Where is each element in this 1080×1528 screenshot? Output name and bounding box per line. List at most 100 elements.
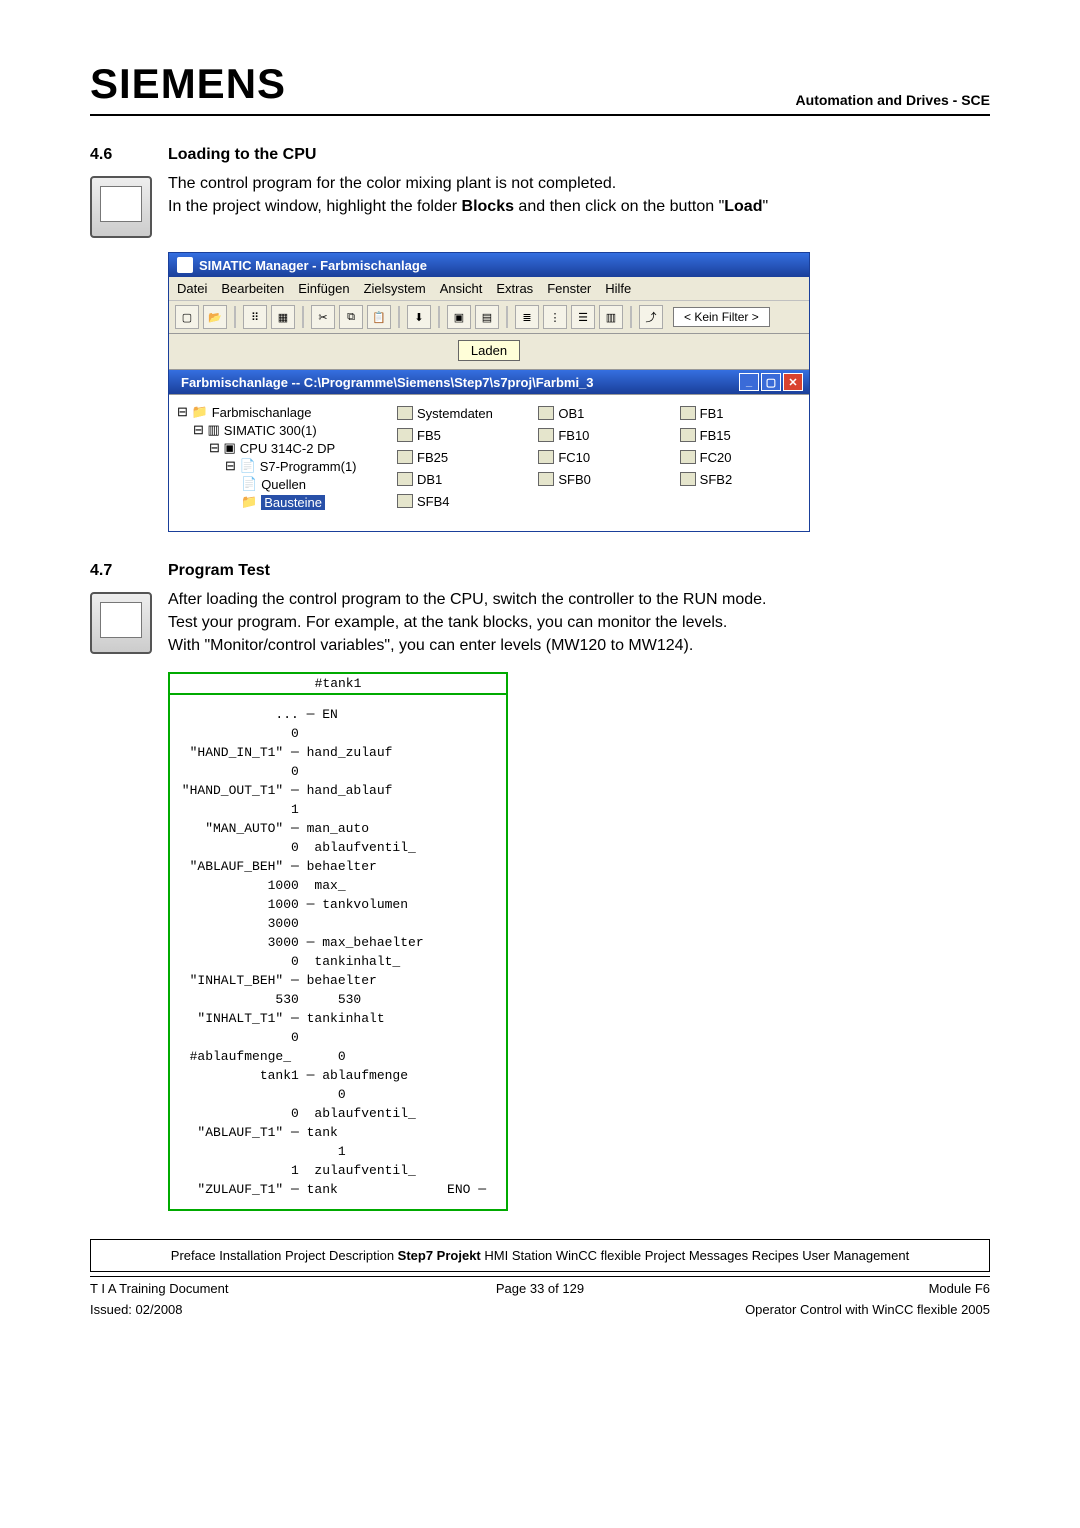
menu-einfuegen[interactable]: Einfügen	[298, 281, 349, 296]
tool-icon[interactable]: ⠿	[243, 305, 267, 329]
minimize-button[interactable]: _	[739, 373, 759, 391]
blocks-list: Systemdaten OB1 FB1 FB5 FB10 FB15 FB25 F…	[397, 403, 801, 523]
fbd-line: 0	[174, 1087, 496, 1102]
fbd-line: "ZULAUF_T1" ─ tank ENO ─	[174, 1182, 496, 1197]
inner-window-title: Farbmischanlage -- C:\Programme\Siemens\…	[181, 375, 594, 390]
footer-left: T I A Training Document	[90, 1281, 387, 1296]
tool-icon[interactable]: ▦	[271, 305, 295, 329]
section-number-46: 4.6	[90, 146, 168, 164]
window-title: SIMATIC Manager - Farbmischanlage	[199, 258, 427, 273]
menubar: Datei Bearbeiten Einfügen Zielsystem Ans…	[169, 277, 809, 301]
tree-bausteine[interactable]: Bausteine	[261, 495, 325, 510]
fbd-line: "HAND_IN_T1" ─ hand_zulauf	[174, 745, 496, 760]
block-fb25[interactable]: FB25	[397, 447, 518, 467]
fbd-line: tank1 ─ ablaufmenge	[174, 1068, 496, 1083]
close-button[interactable]: ✕	[783, 373, 803, 391]
section47-p3: With "Monitor/control variables", you ca…	[168, 634, 990, 657]
tool-icon[interactable]: ≣	[515, 305, 539, 329]
tool-icon[interactable]: ▤	[475, 305, 499, 329]
bold-blocks: Blocks	[462, 198, 514, 215]
breadcrumb: Preface Installation Project Description…	[90, 1239, 990, 1272]
inner-window-titlebar: Farbmischanlage -- C:\Programme\Siemens\…	[169, 370, 809, 394]
fbd-line: "MAN_AUTO" ─ man_auto	[174, 821, 496, 836]
menu-fenster[interactable]: Fenster	[547, 281, 591, 296]
fbd-line: "ABLAUF_T1" ─ tank	[174, 1125, 496, 1140]
block-fc10[interactable]: FC10	[538, 447, 659, 467]
section-title-46: Loading to the CPU	[168, 146, 316, 164]
copy-icon[interactable]: ⧉	[339, 305, 363, 329]
fbd-line: "INHALT_T1" ─ tankinhalt	[174, 1011, 496, 1026]
app-icon	[177, 257, 193, 273]
fbd-line: 3000	[174, 916, 496, 931]
tree-quellen[interactable]: Quellen	[261, 477, 306, 492]
fbd-line: 0	[174, 726, 496, 741]
fbd-line: 1000 ─ tankvolumen	[174, 897, 496, 912]
block-db1[interactable]: DB1	[397, 469, 518, 489]
block-fb15[interactable]: FB15	[680, 425, 801, 445]
block-fb10[interactable]: FB10	[538, 425, 659, 445]
block-sfb4[interactable]: SFB4	[397, 491, 518, 511]
monitor-icon	[90, 176, 152, 238]
paste-icon[interactable]: 📋	[367, 305, 391, 329]
fbd-line: 0	[174, 1030, 496, 1045]
section47-p1: After loading the control program to the…	[168, 588, 990, 611]
block-fc20[interactable]: FC20	[680, 447, 801, 467]
open-icon[interactable]: 📂	[203, 305, 227, 329]
tree-cpu[interactable]: CPU 314C-2 DP	[240, 441, 335, 456]
fbd-line: 1 zulaufventil_	[174, 1163, 496, 1178]
menu-hilfe[interactable]: Hilfe	[605, 281, 631, 296]
fbd-line: "HAND_OUT_T1" ─ hand_ablauf	[174, 783, 496, 798]
tool-icon[interactable]: ▥	[599, 305, 623, 329]
tool-icon[interactable]: ▣	[447, 305, 471, 329]
fbd-line: 1	[174, 1144, 496, 1159]
fbd-line: 0 tankinhalt_	[174, 954, 496, 969]
siemens-logo: SIEMENS	[90, 60, 286, 108]
footer-module: Module F6	[693, 1281, 990, 1296]
block-fb1[interactable]: FB1	[680, 403, 801, 423]
laden-tooltip: Laden	[458, 340, 520, 361]
block-sfb2[interactable]: SFB2	[680, 469, 801, 489]
block-ob1[interactable]: OB1	[538, 403, 659, 423]
project-tree: ⊟ 📁Farbmischanlage ⊟ ▥SIMATIC 300(1) ⊟ ▣…	[177, 403, 377, 523]
breadcrumb-current: Step7 Projekt	[398, 1248, 481, 1263]
section47-p2: Test your program. For example, at the t…	[168, 611, 990, 634]
cut-icon[interactable]: ✂	[311, 305, 335, 329]
download-icon[interactable]: ⬇	[407, 305, 431, 329]
fbd-line: 0 ablaufventil_	[174, 840, 496, 855]
tree-root[interactable]: Farbmischanlage	[212, 405, 312, 420]
tool-icon[interactable]: ☰	[571, 305, 595, 329]
block-systemdaten[interactable]: Systemdaten	[397, 403, 518, 423]
header-subtitle: Automation and Drives - SCE	[796, 92, 990, 108]
section46-p1: The control program for the color mixing…	[168, 172, 990, 195]
fbd-line: 1000 max_	[174, 878, 496, 893]
text: and then click on the button "	[514, 198, 724, 215]
section-title-47: Program Test	[168, 562, 270, 580]
window-titlebar: SIMATIC Manager - Farbmischanlage	[169, 253, 809, 277]
tool-icon[interactable]: ⋮	[543, 305, 567, 329]
menu-bearbeiten[interactable]: Bearbeiten	[221, 281, 284, 296]
fbd-block: #tank1 ... ─ EN 0 "HAND_IN_T1" ─ hand_zu…	[168, 672, 508, 1211]
fbd-line: "INHALT_BEH" ─ behaelter	[174, 973, 496, 988]
block-fb5[interactable]: FB5	[397, 425, 518, 445]
fbd-block-name: #tank1	[168, 672, 508, 695]
text: In the project window, highlight the fol…	[168, 198, 462, 215]
block-sfb0[interactable]: SFB0	[538, 469, 659, 489]
fbd-line: #ablaufmenge_ 0	[174, 1049, 496, 1064]
menu-datei[interactable]: Datei	[177, 281, 207, 296]
menu-zielsystem[interactable]: Zielsystem	[364, 281, 426, 296]
menu-ansicht[interactable]: Ansicht	[440, 281, 483, 296]
tree-simatic300[interactable]: SIMATIC 300(1)	[224, 423, 317, 438]
menu-extras[interactable]: Extras	[496, 281, 533, 296]
footer-page: Page 33 of 129	[392, 1281, 689, 1296]
simatic-window: SIMATIC Manager - Farbmischanlage Datei …	[168, 252, 810, 532]
monitor-icon	[90, 592, 152, 654]
filter-select[interactable]: < Kein Filter >	[673, 307, 770, 327]
tree-s7prog[interactable]: S7-Programm(1)	[260, 459, 357, 474]
footer-right2: Operator Control with WinCC flexible 200…	[745, 1302, 990, 1317]
maximize-button[interactable]: ▢	[761, 373, 781, 391]
new-icon[interactable]: ▢	[175, 305, 199, 329]
section-number-47: 4.7	[90, 562, 168, 580]
toolbar: ▢ 📂 ⠿ ▦ ✂ ⧉ 📋 ⬇ ▣ ▤ ≣ ⋮ ☰ ▥ ⤴ < Kein Fil…	[169, 301, 809, 334]
fbd-line: "ABLAUF_BEH" ─ behaelter	[174, 859, 496, 874]
folder-up-icon[interactable]: ⤴	[639, 305, 663, 329]
